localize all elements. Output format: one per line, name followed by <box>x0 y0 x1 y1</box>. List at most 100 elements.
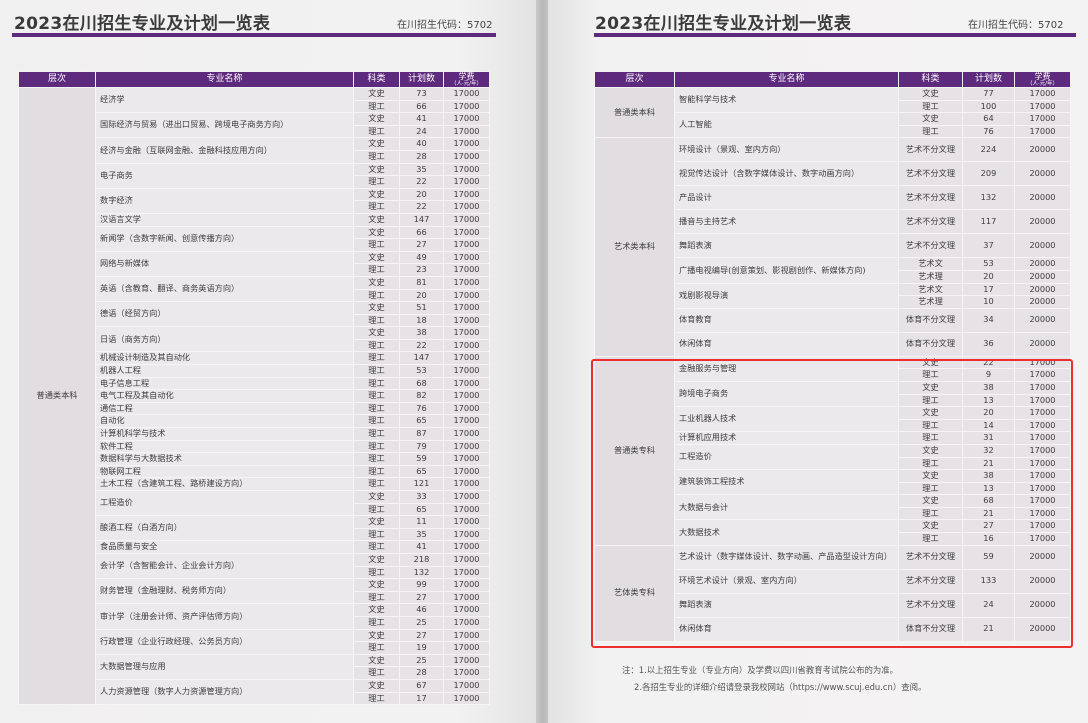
plan-count-cell: 132 <box>399 565 444 580</box>
plan-count-cell: 82 <box>399 389 444 403</box>
plan-count-cell: 87 <box>399 427 444 441</box>
category-cell: 文史 <box>353 603 400 617</box>
header-fee-label: 学费 <box>458 72 475 81</box>
category-cell: 理工 <box>353 464 400 479</box>
major-name-cell: 戏剧影视导演 <box>674 282 899 309</box>
category-cell: 艺术不分文理 <box>898 137 963 163</box>
major-name-cell: 软件工程 <box>95 439 354 454</box>
plan-count-cell: 65 <box>399 414 444 429</box>
fee-cell: 17000 <box>443 515 490 529</box>
plan-count-cell: 17 <box>962 282 1015 297</box>
major-name-cell: 舞蹈表演 <box>674 233 899 259</box>
plan-count-cell: 218 <box>399 552 444 567</box>
fee-cell: 17000 <box>443 427 490 441</box>
plan-count-cell: 67 <box>399 678 444 693</box>
plan-count-cell: 33 <box>399 490 444 504</box>
category-cell: 文史 <box>353 112 400 126</box>
plan-count-cell: 65 <box>399 464 444 479</box>
plan-count-cell: 66 <box>399 225 444 240</box>
plan-count-cell: 117 <box>962 209 1015 235</box>
page-title: 2023在川招生专业及计划一览表 <box>595 14 852 34</box>
fee-cell: 17000 <box>443 351 490 366</box>
category-cell: 理工 <box>353 351 400 366</box>
level-cell: 普通类本科 <box>18 86 96 706</box>
header-major: 专业名称 <box>95 71 354 88</box>
category-cell: 理工 <box>353 540 400 554</box>
major-name-cell: 广播电视编导(创意策划、影视剧创作、新媒体方向) <box>674 257 899 284</box>
major-name-cell: 食品质量与安全 <box>95 540 354 554</box>
admission-code: 在川招生代码：5702 <box>968 20 1064 31</box>
plan-count-cell: 41 <box>399 540 444 554</box>
major-name-cell: 计算机科学与技术 <box>95 427 354 441</box>
plan-count-cell: 27 <box>399 590 444 605</box>
plan-count-cell: 209 <box>962 161 1015 187</box>
major-name-cell: 机械设计制造及其自动化 <box>95 351 354 366</box>
plan-count-cell: 66 <box>399 99 444 114</box>
fee-cell: 17000 <box>443 666 490 680</box>
fee-cell: 17000 <box>443 187 490 202</box>
category-cell: 文史 <box>353 275 400 290</box>
category-cell: 理工 <box>353 439 400 454</box>
fee-cell: 17000 <box>443 250 490 265</box>
fee-cell: 20000 <box>1014 295 1071 309</box>
category-cell: 理工 <box>353 477 400 491</box>
plan-count-cell: 20 <box>399 288 444 303</box>
category-cell: 艺术不分文理 <box>898 233 963 259</box>
major-name-cell: 德语（经贸方向） <box>95 301 354 328</box>
plan-count-cell: 28 <box>399 666 444 680</box>
major-name-cell: 汉语言文学 <box>95 212 354 227</box>
fee-cell: 20000 <box>1014 282 1071 297</box>
category-cell: 理工 <box>353 99 400 114</box>
plan-count-cell: 28 <box>399 149 444 164</box>
plan-count-cell: 77 <box>962 87 1015 101</box>
plan-count-cell: 19 <box>399 641 444 655</box>
major-name-cell: 数据科学与大数据技术 <box>95 452 354 466</box>
fee-cell: 20000 <box>1014 269 1071 284</box>
fee-cell: 17000 <box>443 502 490 517</box>
category-cell: 文史 <box>353 552 400 567</box>
category-cell: 文史 <box>353 490 400 504</box>
category-cell: 艺术不分文理 <box>898 185 963 211</box>
footnote-1: 注：1.以上招生专业（专业方向）及学费以四川省教育考试院公布的为准。 <box>622 665 898 675</box>
fee-cell: 17000 <box>443 389 490 403</box>
fee-cell: 17000 <box>443 590 490 605</box>
plan-count-cell: 34 <box>962 307 1015 333</box>
fee-cell: 17000 <box>443 288 490 303</box>
major-name-cell: 审计学（注册会计师、资产评估师方向） <box>95 603 354 630</box>
plan-count-cell: 10 <box>962 295 1015 309</box>
plan-count-cell: 99 <box>399 578 444 592</box>
major-name-cell: 土木工程（含建筑工程、路桥建设方向） <box>95 477 354 491</box>
plan-count-cell: 37 <box>962 233 1015 259</box>
plan-count-cell: 17 <box>399 691 444 706</box>
category-cell: 文史 <box>353 225 400 240</box>
category-cell: 文史 <box>353 578 400 592</box>
fee-cell: 17000 <box>443 238 490 252</box>
plan-count-cell: 100 <box>962 99 1015 114</box>
fee-cell: 17000 <box>443 578 490 592</box>
plan-count-cell: 73 <box>399 87 444 101</box>
plan-count-cell: 51 <box>399 301 444 315</box>
fee-cell: 17000 <box>443 225 490 240</box>
category-cell: 理工 <box>353 338 400 353</box>
category-cell: 艺术文 <box>898 282 963 297</box>
title-underline <box>12 33 496 37</box>
category-cell: 理工 <box>353 313 400 328</box>
left-page: 2023在川招生专业及计划一览表 在川招生代码：5702 层次 专业名称 科类 … <box>0 0 538 723</box>
fee-cell: 17000 <box>443 464 490 479</box>
fee-cell: 17000 <box>443 301 490 315</box>
major-name-cell: 产品设计 <box>674 185 899 211</box>
major-name-cell: 英语（含教育、翻译、商务英语方向） <box>95 275 354 303</box>
plan-count-cell: 22 <box>399 338 444 353</box>
fee-cell: 17000 <box>443 124 490 139</box>
category-cell: 艺术理 <box>898 295 963 309</box>
major-name-cell: 国际经济与贸易（进出口贸易、跨境电子商务方向） <box>95 112 354 139</box>
plan-count-cell: 27 <box>399 628 444 643</box>
plan-count-cell: 27 <box>399 238 444 252</box>
plan-count-cell: 25 <box>399 653 444 668</box>
category-cell: 理工 <box>353 376 400 391</box>
plan-count-cell: 68 <box>399 376 444 391</box>
category-cell: 理工 <box>353 401 400 416</box>
level-cell: 艺术类本科 <box>594 137 675 357</box>
fee-cell: 17000 <box>443 112 490 126</box>
fee-cell: 17000 <box>443 477 490 491</box>
